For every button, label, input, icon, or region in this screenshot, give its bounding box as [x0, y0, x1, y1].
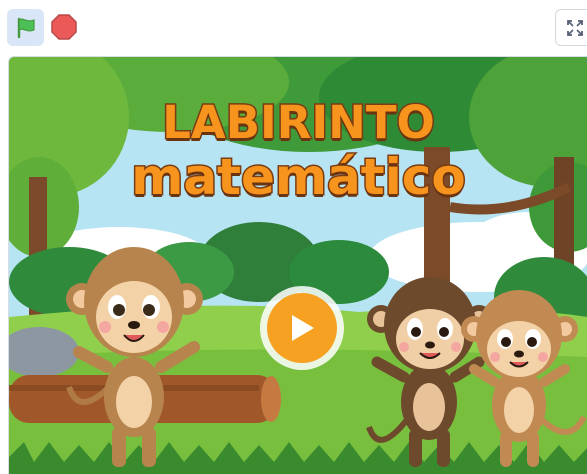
stop-button[interactable]	[50, 13, 78, 41]
green-flag-icon	[17, 17, 35, 38]
fullscreen-button[interactable]	[555, 9, 587, 46]
green-flag-button[interactable]	[7, 9, 44, 46]
fullscreen-icon	[567, 19, 583, 36]
game-title-line1: LABIRINTO	[161, 95, 437, 150]
project-stage[interactable]: LABIRINTO matemático	[8, 56, 587, 474]
stop-sign-icon	[51, 14, 77, 40]
play-button-circle	[267, 293, 337, 363]
play-icon	[292, 315, 314, 341]
play-button[interactable]	[260, 286, 344, 370]
stage-toolbar	[0, 0, 587, 56]
game-title-line2: matemático	[130, 148, 468, 207]
